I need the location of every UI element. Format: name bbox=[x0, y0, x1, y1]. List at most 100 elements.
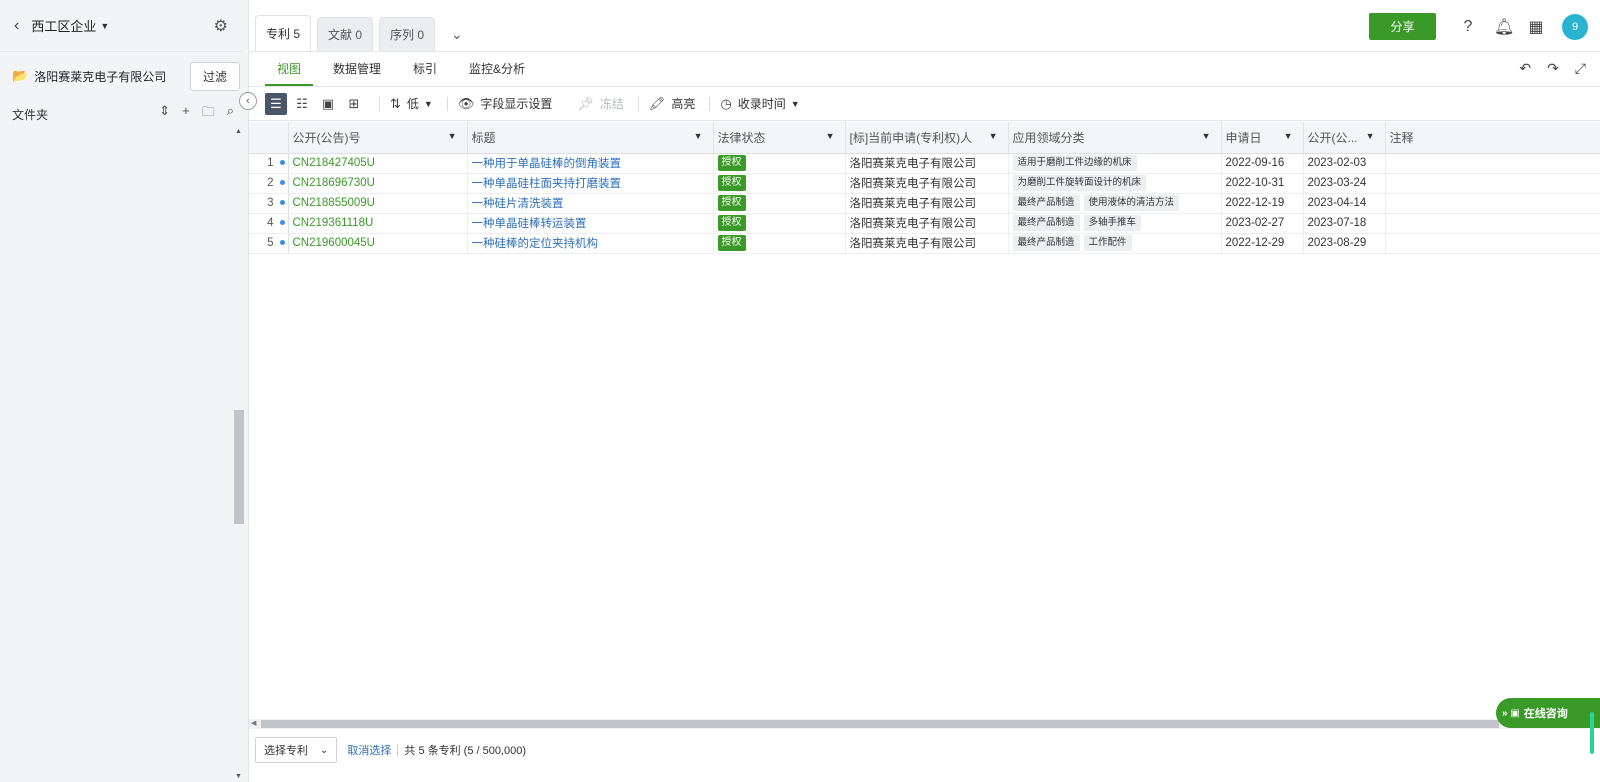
highlight-button[interactable]: 🖍︎ 高亮 bbox=[649, 95, 696, 112]
title-link[interactable]: 一种用于单晶硅棒的倒角装置 bbox=[472, 158, 622, 170]
header-pub-date[interactable]: 公开(公... ▼ bbox=[1303, 122, 1386, 154]
share-button[interactable]: 分享 bbox=[1369, 13, 1436, 40]
sidebar-scrollbar[interactable]: ▲ ▼ bbox=[234, 128, 244, 780]
table-row[interactable]: 4 CN219361118U 一种单晶硅棒转运装置 授权 洛阳赛莱克电子有限公司 最终产品… bbox=[249, 213, 1600, 234]
caret-down-icon[interactable]: ▼ bbox=[448, 131, 457, 141]
row-number[interactable]: 2 bbox=[249, 173, 289, 194]
caret-down-icon[interactable]: ▼ bbox=[826, 131, 835, 141]
sort-dropdown[interactable]: ⇅ 低 ▼ bbox=[390, 95, 433, 112]
notes-cell[interactable] bbox=[1385, 173, 1600, 194]
online-consult-button[interactable]: » ▣ 在线咨询 bbox=[1496, 698, 1600, 728]
cancel-selection-link[interactable]: 取消选择 bbox=[347, 742, 391, 758]
subnav-view[interactable]: 视图 bbox=[265, 52, 314, 86]
pub-number-link[interactable]: CN218696730U bbox=[293, 177, 375, 189]
apps-grid-icon[interactable]: ▦ bbox=[1528, 17, 1544, 37]
title-link[interactable]: 一种单晶硅柱面夹持打磨装置 bbox=[472, 178, 622, 190]
header-legal-status[interactable]: 法律状态 ▼ bbox=[713, 122, 846, 154]
scroll-left-icon[interactable]: ◀ bbox=[251, 719, 256, 727]
table-row[interactable]: 1 CN218427405U 一种用于单晶硅棒的倒角装置 授权 洛阳赛莱克电子有限公司适… bbox=[249, 153, 1600, 174]
field-display-settings[interactable]: 👁︎ 字段显示设置 bbox=[458, 95, 553, 112]
caret-down-icon[interactable]: ▼ bbox=[1284, 131, 1293, 141]
pub-number-link[interactable]: CN218427405U bbox=[293, 157, 375, 169]
sort-updown-icon[interactable]: ⇕ bbox=[159, 103, 170, 125]
pub-number-link[interactable]: CN219600045U bbox=[293, 237, 375, 249]
caret-down-icon[interactable]: ▼ bbox=[694, 131, 703, 141]
row-number[interactable]: 1 bbox=[249, 153, 289, 174]
pub-number-cell[interactable]: CN219600045U bbox=[288, 233, 468, 254]
header-pub-number[interactable]: 公开(公告)号 ▼ bbox=[288, 122, 468, 154]
notes-cell[interactable] bbox=[1385, 153, 1600, 174]
add-folder-icon[interactable]: 🗀 bbox=[202, 103, 215, 125]
title-cell[interactable]: 一种硅片清洗装置 bbox=[467, 193, 714, 214]
collection-time-dropdown[interactable]: ◷ 收录时间 ▼ bbox=[720, 95, 799, 112]
scroll-thumb[interactable] bbox=[261, 720, 1499, 728]
row-number[interactable]: 4 bbox=[249, 213, 289, 234]
undo-icon[interactable]: ↶ bbox=[1519, 60, 1531, 77]
card-view-icon[interactable]: ⊞ bbox=[343, 93, 365, 115]
plus-icon[interactable]: + bbox=[182, 103, 190, 125]
bell-icon[interactable]: 🔔︎ bbox=[1494, 17, 1514, 37]
title-link[interactable]: 一种硅棒的定位夹持机构 bbox=[472, 238, 599, 250]
horizontal-scrollbar[interactable]: ◀ bbox=[249, 719, 1600, 729]
caret-down-icon[interactable]: ▼ bbox=[989, 131, 998, 141]
title-cell[interactable]: 一种单晶硅棒转运装置 bbox=[467, 213, 714, 234]
scroll-thumb[interactable] bbox=[234, 410, 244, 524]
row-number[interactable]: 3 bbox=[249, 193, 289, 214]
image-view-icon[interactable]: ▣ bbox=[317, 93, 339, 115]
company-name[interactable]: 洛阳赛莱克电子有限公司 bbox=[34, 68, 166, 85]
header-application-field[interactable]: 应用领域分类 ▼ bbox=[1008, 122, 1222, 154]
fullscreen-icon[interactable]: ⤢ bbox=[1575, 60, 1586, 77]
subnav-data-management[interactable]: 数据管理 bbox=[321, 52, 393, 86]
workspace-title[interactable]: 西工区企业 bbox=[31, 16, 96, 35]
pub-number-cell[interactable]: CN218855009U bbox=[288, 193, 468, 214]
pub-number-cell[interactable]: CN218696730U bbox=[288, 173, 468, 194]
caret-down-icon[interactable]: ▼ bbox=[1202, 131, 1211, 141]
pub-number-link[interactable]: CN219361118U bbox=[293, 217, 374, 229]
tab-literature[interactable]: 文献 0 bbox=[317, 17, 374, 51]
subnav-indexing[interactable]: 标引 bbox=[401, 52, 449, 86]
header-title[interactable]: 标题 ▼ bbox=[467, 122, 714, 154]
freeze-button[interactable]: 📌︎ 冻结 bbox=[577, 95, 624, 112]
gear-icon[interactable]: ⚙ bbox=[214, 16, 228, 36]
folder-open-icon: 📂 bbox=[12, 68, 29, 83]
table-row[interactable]: 2 CN218696730U 一种单晶硅柱面夹持打磨装置 授权 洛阳赛莱克电子有限公司为… bbox=[249, 173, 1600, 194]
tab-sequences[interactable]: 序列 0 bbox=[379, 17, 436, 51]
title-cell[interactable]: 一种单晶硅柱面夹持打磨装置 bbox=[467, 173, 714, 194]
avatar[interactable]: 9 bbox=[1562, 13, 1588, 40]
header-notes[interactable]: 注释 bbox=[1385, 122, 1600, 154]
title-link[interactable]: 一种单晶硅棒转运装置 bbox=[472, 218, 587, 230]
select-patents-dropdown[interactable]: 选择专利 ⌄ bbox=[255, 737, 338, 763]
redo-icon[interactable]: ↷ bbox=[1547, 60, 1559, 77]
pub-number-link[interactable]: CN218855009U bbox=[293, 197, 375, 209]
chevron-down-icon[interactable]: ⌄ bbox=[441, 17, 473, 51]
title-cell[interactable]: 一种用于单晶硅棒的倒角装置 bbox=[467, 153, 714, 174]
application-field-cell: 最终产品制造 多轴手推车 bbox=[1008, 213, 1222, 234]
filter-button[interactable]: 过滤 bbox=[189, 61, 240, 91]
search-icon[interactable]: ⌕ bbox=[227, 103, 234, 125]
tab-patents[interactable]: 专利 5 bbox=[255, 15, 312, 51]
back-arrow-icon[interactable]: ‹ bbox=[14, 17, 19, 35]
scroll-up-icon[interactable]: ▲ bbox=[235, 128, 242, 135]
pub-number-cell[interactable]: CN218427405U bbox=[288, 153, 468, 174]
row-number[interactable]: 5 bbox=[249, 233, 289, 254]
caret-down-icon[interactable]: ▼ bbox=[1366, 131, 1375, 141]
pub-number-cell[interactable]: CN219361118U bbox=[288, 213, 468, 234]
help-icon[interactable]: ? bbox=[1460, 18, 1476, 36]
notes-cell[interactable] bbox=[1385, 213, 1600, 234]
notes-cell[interactable] bbox=[1385, 193, 1600, 214]
notes-cell[interactable] bbox=[1385, 233, 1600, 254]
scroll-down-icon[interactable]: ▼ bbox=[235, 773, 242, 780]
table-row[interactable]: 3 CN218855009U 一种硅片清洗装置 授权 洛阳赛莱克电子有限公司 最终产品制造… bbox=[249, 193, 1600, 214]
pub-date-cell: 2023-07-18 bbox=[1303, 213, 1386, 234]
header-application-date[interactable]: 申请日 ▼ bbox=[1221, 122, 1304, 154]
caret-down-icon[interactable]: ▼ bbox=[100, 21, 109, 31]
table-row[interactable]: 5 CN219600045U 一种硅棒的定位夹持机构 授权 洛阳赛莱克电子有限公司 最终产… bbox=[249, 233, 1600, 254]
title-link[interactable]: 一种硅片清洗装置 bbox=[472, 198, 564, 210]
title-cell[interactable]: 一种硅棒的定位夹持机构 bbox=[467, 233, 714, 254]
detail-view-icon[interactable]: ☷ bbox=[291, 93, 313, 115]
subnav-monitor-analysis[interactable]: 监控&分析 bbox=[457, 52, 537, 86]
header-applicant[interactable]: [标]当前申请(专利权)人 ▼ bbox=[845, 122, 1009, 154]
list-view-icon[interactable]: ☰ bbox=[265, 92, 287, 115]
collapse-sidebar-icon[interactable]: ‹ bbox=[239, 92, 257, 110]
company-row[interactable]: 📂 洛阳赛莱克电子有限公司 过滤 bbox=[0, 52, 248, 100]
